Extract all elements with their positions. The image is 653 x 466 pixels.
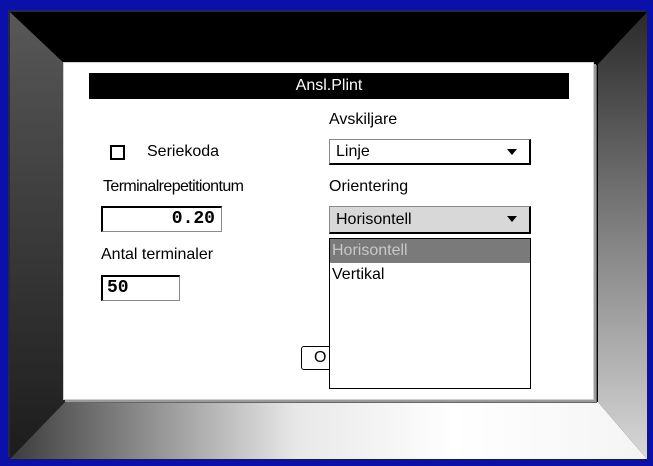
dropdown-option-vertical[interactable]: Vertikal bbox=[330, 263, 530, 287]
terminal-count-label: Antal terminaler bbox=[101, 246, 214, 263]
orientation-label: Orientering bbox=[329, 178, 409, 195]
terminal-count-field[interactable]: 50 bbox=[101, 275, 180, 301]
serial-checkbox-label: Seriekoda bbox=[147, 143, 220, 160]
terminal-pitch-value: 0.20 bbox=[171, 209, 215, 229]
orientation-dropdown: Horisontell Vertikal bbox=[329, 238, 531, 389]
dialog-panel: Ansl.Plint Avskiljare Linje Seriekoda Te… bbox=[63, 62, 594, 400]
chevron-down-icon bbox=[507, 149, 517, 155]
terminal-count-value: 50 bbox=[107, 278, 129, 298]
separator-select[interactable]: Linje bbox=[329, 139, 531, 165]
serial-checkbox[interactable] bbox=[110, 145, 125, 160]
separator-value: Linje bbox=[336, 143, 370, 160]
ok-button-label: O bbox=[314, 349, 327, 366]
chevron-down-icon bbox=[507, 216, 517, 222]
terminal-pitch-field[interactable]: 0.20 bbox=[101, 206, 222, 232]
orientation-value: Horisontell bbox=[336, 211, 412, 228]
separator-label: Avskiljare bbox=[329, 111, 398, 128]
orientation-select[interactable]: Horisontell bbox=[329, 206, 531, 234]
dialog-title: Ansl.Plint bbox=[89, 73, 569, 99]
terminal-pitch-label: Terminalrepetitiontum bbox=[103, 178, 244, 195]
dropdown-option-horizontal[interactable]: Horisontell bbox=[330, 239, 530, 263]
